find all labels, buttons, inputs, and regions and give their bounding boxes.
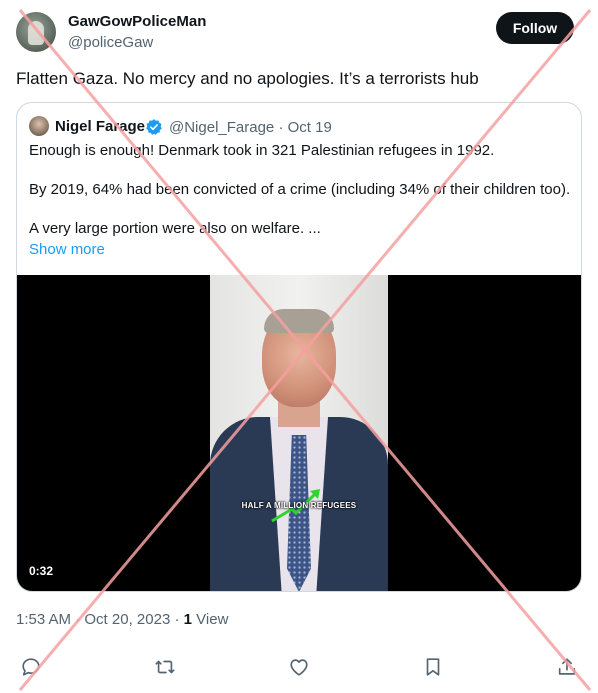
quoted-date[interactable]: Oct 19 [288, 119, 332, 136]
show-more-link[interactable]: Show more [29, 241, 105, 258]
author-avatar[interactable] [16, 12, 56, 52]
tweet-date[interactable]: Oct 20, 2023 [84, 611, 170, 628]
video-hair [264, 309, 334, 333]
follow-button[interactable]: Follow [496, 12, 574, 44]
quoted-author-name[interactable]: Nigel Farage [55, 118, 145, 135]
video-frame: HALF A MILLION REFUGEES [210, 275, 388, 591]
reply-icon [22, 658, 40, 676]
share-icon [558, 658, 576, 675]
quoted-text-line-2: By 2019, 64% had been convicted of a cri… [29, 181, 571, 198]
like-button[interactable] [288, 656, 312, 680]
like-icon [290, 659, 308, 676]
meta-separator: · [174, 611, 180, 628]
quoted-handle[interactable]: @Nigel_Farage [169, 119, 274, 136]
views-count: 1 [183, 611, 192, 628]
quoted-meta: @Nigel_Farage · Oct 19 [169, 119, 332, 136]
author-handle[interactable]: @policeGaw [68, 34, 153, 51]
bookmark-icon [426, 658, 440, 676]
video-player[interactable]: HALF A MILLION REFUGEES 0:32 [17, 275, 581, 591]
quoted-text-line-3: A very large portion were also on welfar… [29, 220, 321, 237]
meta-separator: · [75, 611, 81, 628]
quoted-text-line-1: Enough is enough! Denmark took in 321 Pa… [29, 142, 495, 159]
video-duration: 0:32 [29, 564, 54, 578]
tweet-time[interactable]: 1:53 AM [16, 611, 71, 628]
author-name[interactable]: GawGowPoliceMan [68, 13, 206, 30]
share-button[interactable] [556, 656, 580, 680]
quoted-tweet[interactable]: Nigel Farage @Nigel_Farage · Oct 19 Enou… [16, 102, 582, 592]
tweet-card: GawGowPoliceMan @policeGaw Follow Flatte… [0, 0, 598, 693]
quoted-author-avatar[interactable] [29, 116, 49, 136]
bookmark-button[interactable] [422, 656, 446, 680]
video-caption: HALF A MILLION REFUGEES [241, 501, 357, 510]
retweet-button[interactable] [154, 656, 178, 680]
tweet-text: Flatten Gaza. No mercy and no apologies.… [16, 69, 479, 88]
meta-separator: · [278, 119, 284, 136]
retweet-icon [155, 660, 175, 674]
reply-button[interactable] [20, 656, 44, 680]
tweet-timestamp: 1:53 AM · Oct 20, 2023 · 1 View [16, 611, 228, 628]
views-label: View [196, 611, 229, 628]
avatar-figure [28, 21, 44, 45]
verified-badge-icon [146, 119, 162, 135]
